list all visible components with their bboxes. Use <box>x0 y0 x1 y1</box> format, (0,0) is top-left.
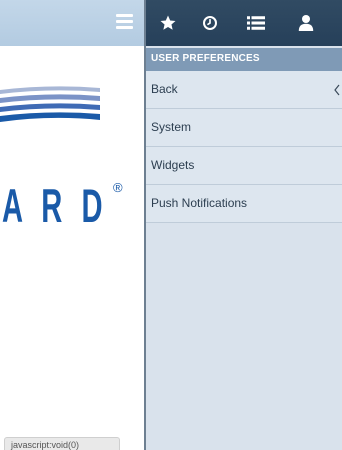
star-icon[interactable] <box>154 11 182 35</box>
logo-text: A R D <box>2 179 109 232</box>
clock-icon[interactable] <box>196 11 224 35</box>
panel-title: USER PREFERENCES <box>146 48 342 71</box>
menu-item-label: Push Notifications <box>151 196 248 210</box>
menu-item-back[interactable]: Back <box>146 71 342 109</box>
main-topbar <box>0 0 144 46</box>
menu-item-system[interactable]: System <box>146 109 342 147</box>
logo-registered-mark: ® <box>113 180 123 195</box>
menu-item-push-notifications[interactable]: Push Notifications <box>146 185 342 223</box>
menu-item-label: Back <box>151 82 178 96</box>
user-icon[interactable] <box>292 11 320 35</box>
chevron-left-icon <box>334 84 340 96</box>
menu-item-label: Widgets <box>151 158 195 172</box>
main-pane: A R D ® javascript:void(0) <box>0 0 144 450</box>
menu-item-label: System <box>151 120 192 134</box>
list-icon[interactable] <box>242 11 270 35</box>
preferences-menu: Back System Widgets Push Notifications <box>146 71 342 223</box>
panel-icon-toolbar <box>146 0 342 46</box>
status-bar-link-preview: javascript:void(0) <box>4 437 120 450</box>
menu-item-widgets[interactable]: Widgets <box>146 147 342 185</box>
hamburger-menu-icon[interactable] <box>116 14 133 29</box>
user-preferences-panel: USER PREFERENCES Back System Widgets Pus… <box>146 0 342 450</box>
logo-swoosh-graphic <box>0 86 100 122</box>
